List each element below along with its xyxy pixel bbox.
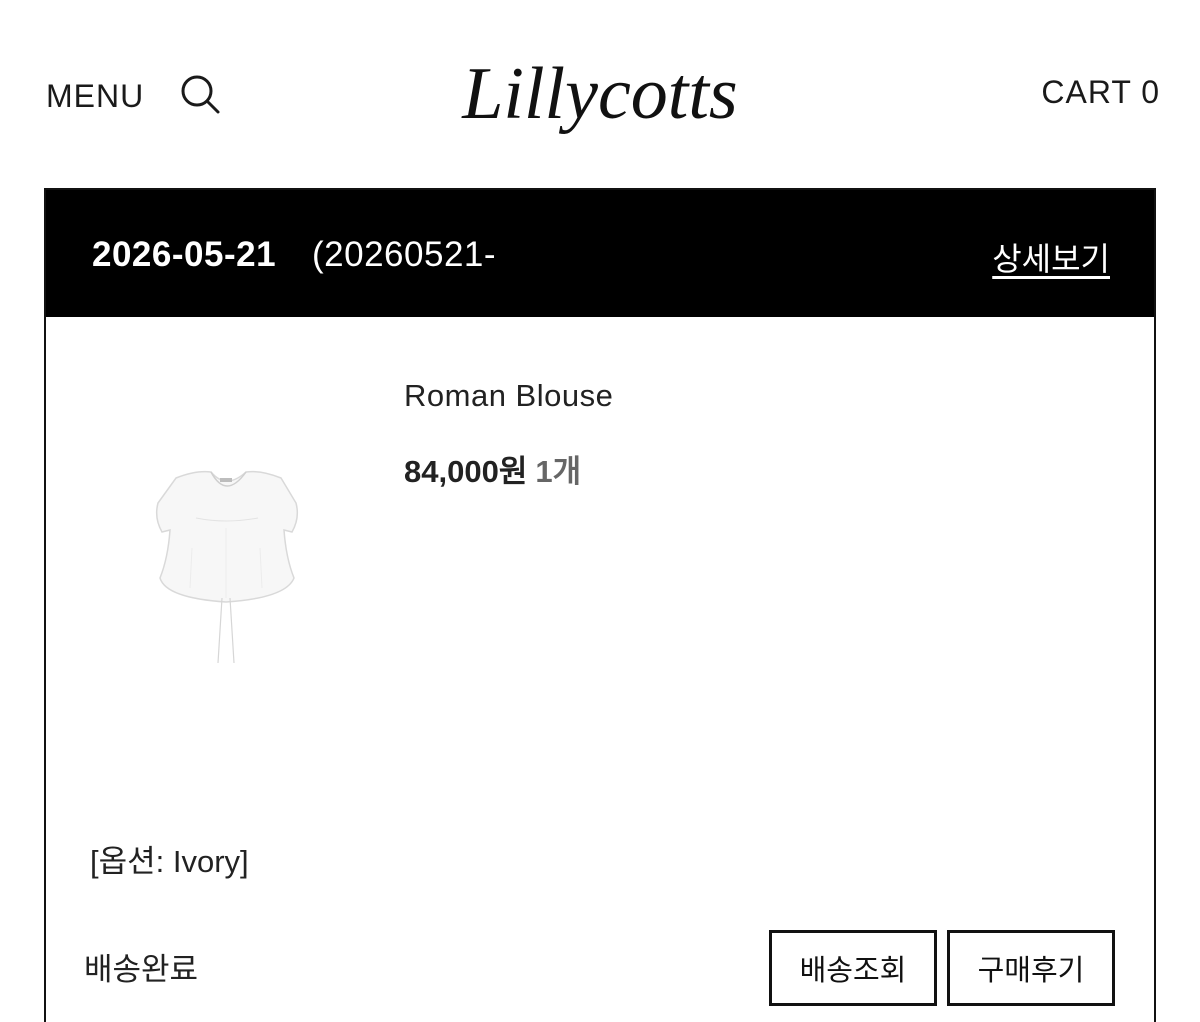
product-name[interactable]: Roman Blouse: [404, 378, 613, 414]
write-review-button[interactable]: 구매후기: [947, 930, 1115, 1006]
order-number: (20260521-: [312, 235, 497, 274]
product-quantity: 1개: [535, 454, 582, 489]
order-header: 2026-05-21 (20260521- 상세보기: [46, 190, 1154, 317]
price-row: 84,000원 1개: [404, 446, 581, 491]
cart-button[interactable]: CART 0: [1041, 74, 1160, 111]
logo-text: Lillycotts: [461, 53, 737, 135]
search-icon[interactable]: [178, 72, 224, 116]
delivery-status: 배송완료: [84, 952, 199, 987]
order-card: 2026-05-21 (20260521- 상세보기 Roman Blouse …: [44, 188, 1156, 1022]
site-header: MENU Lillycotts CART 0: [0, 0, 1200, 188]
order-date: 2026-05-21: [92, 235, 277, 274]
product-image[interactable]: [136, 448, 316, 678]
product-price: 84,000원: [404, 454, 528, 489]
menu-button[interactable]: MENU: [46, 78, 144, 115]
brand-logo[interactable]: Lillycotts: [440, 26, 760, 156]
order-detail-link[interactable]: 상세보기: [992, 234, 1110, 280]
track-delivery-button[interactable]: 배송조회: [769, 930, 937, 1006]
product-option: [옵션: Ivory]: [90, 844, 249, 879]
